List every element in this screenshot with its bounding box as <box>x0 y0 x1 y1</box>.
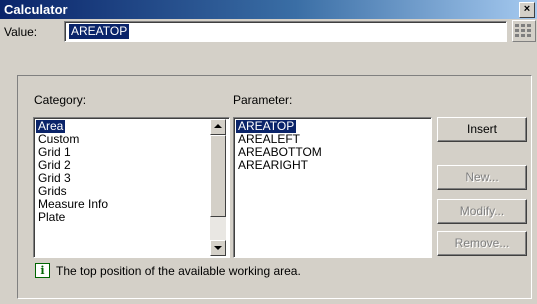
value-input-text: AREATOP <box>69 24 130 39</box>
parameter-description: The top position of the available workin… <box>56 264 301 278</box>
parameter-label: Parameter: <box>233 93 293 107</box>
category-scrollbar[interactable] <box>210 119 226 256</box>
calculator-dialog: Calculator × Value: AREATOP Category: Pa… <box>0 0 537 304</box>
arrow-down-icon <box>214 246 222 250</box>
scroll-up-button[interactable] <box>210 119 226 135</box>
close-button[interactable]: × <box>519 2 535 18</box>
insert-button[interactable]: Insert <box>437 117 527 142</box>
info-icon: i <box>35 263 50 278</box>
value-input[interactable]: AREATOP <box>64 21 507 42</box>
new-button[interactable]: New... <box>437 165 527 190</box>
scroll-down-button[interactable] <box>210 240 226 256</box>
title-bar[interactable]: Calculator × <box>0 0 537 19</box>
scroll-thumb[interactable] <box>210 135 226 217</box>
value-label: Value: <box>4 25 38 39</box>
parameter-item-arearight[interactable]: AREARIGHT <box>236 159 310 172</box>
category-list[interactable]: Area Custom Grid 1 Grid 2 Grid 3 Grids M… <box>33 117 230 258</box>
window-title: Calculator <box>4 2 68 17</box>
modify-button[interactable]: Modify... <box>437 199 527 224</box>
category-item-plate[interactable]: Plate <box>36 211 67 224</box>
calculator-icon[interactable] <box>512 20 536 42</box>
arrow-up-icon <box>214 124 222 128</box>
parameter-list[interactable]: AREATOP AREALEFT AREABOTTOM AREARIGHT <box>233 117 432 258</box>
remove-button[interactable]: Remove... <box>437 231 527 256</box>
category-label: Category: <box>34 93 87 107</box>
